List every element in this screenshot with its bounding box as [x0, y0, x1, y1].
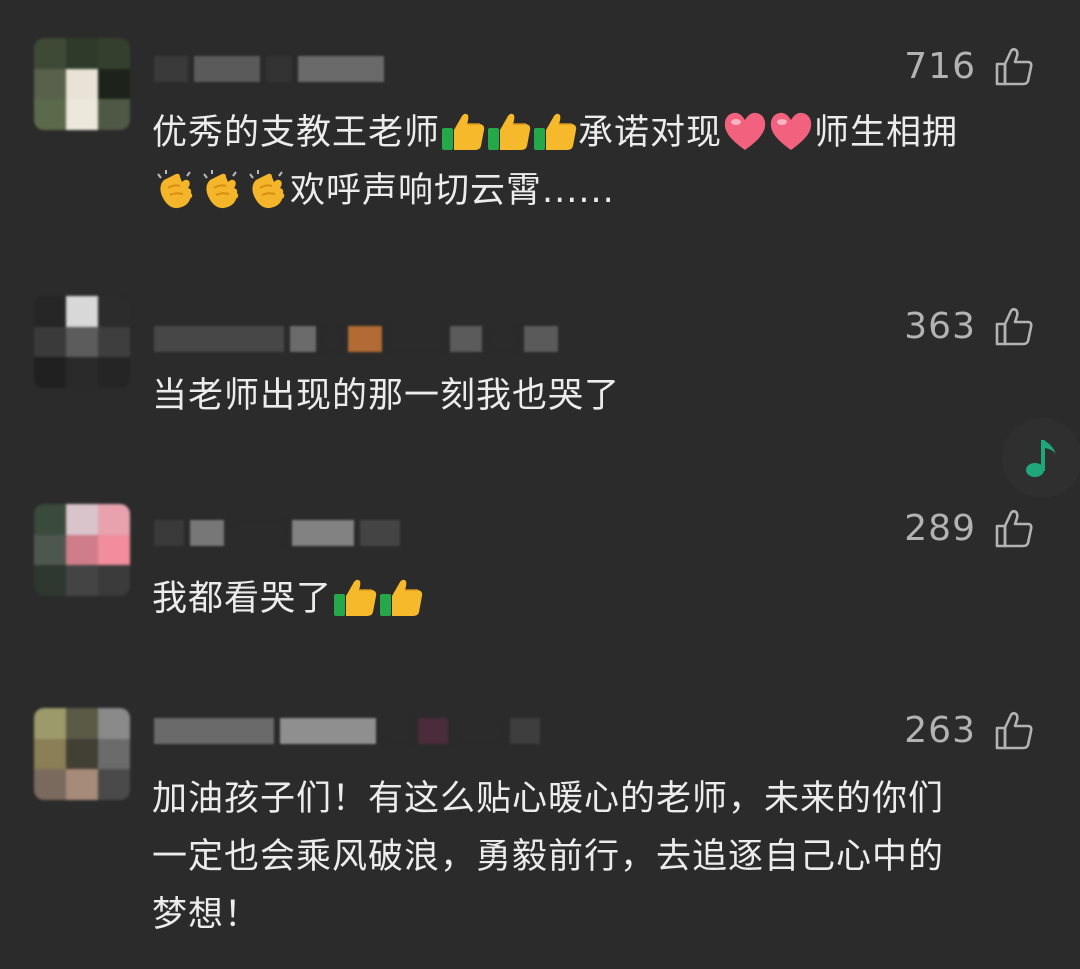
- like-area[interactable]: 363: [904, 306, 1034, 347]
- thumbs-up-outline-icon[interactable]: [994, 307, 1034, 347]
- clapping-hands-emoji: [244, 168, 290, 210]
- thumbs-up-emoji: [332, 576, 378, 618]
- thumbs-up-emoji: [532, 110, 578, 152]
- avatar[interactable]: [34, 708, 130, 800]
- like-area[interactable]: 263: [904, 710, 1034, 751]
- heart-emoji: [768, 110, 814, 152]
- avatar[interactable]: [34, 504, 130, 596]
- thumbs-up-outline-icon[interactable]: [994, 47, 1034, 87]
- comment-text: 我都看哭了: [152, 570, 1052, 628]
- thumbs-up-emoji: [486, 110, 532, 152]
- thumbs-up-outline-icon[interactable]: [994, 509, 1034, 549]
- comment-text: 当老师出现的那一刻我也哭了: [152, 376, 621, 416]
- music-note-icon: [1026, 440, 1056, 477]
- music-player-button[interactable]: [1002, 418, 1080, 498]
- username-blurred[interactable]: [154, 322, 558, 356]
- clapping-hands-emoji: [152, 168, 198, 210]
- like-count: 363: [904, 306, 976, 347]
- avatar[interactable]: [34, 296, 130, 388]
- comment-text: 加油孩子们！有这么贴心暖心的老师，未来的你们 一定也会乘风破浪，勇毅前行，去追逐…: [152, 779, 945, 935]
- username-blurred[interactable]: [154, 52, 384, 86]
- thumbs-up-outline-icon[interactable]: [994, 711, 1034, 751]
- avatar[interactable]: [34, 38, 130, 130]
- heart-emoji: [722, 110, 768, 152]
- like-count: 263: [904, 710, 976, 751]
- thumbs-up-emoji: [440, 110, 486, 152]
- like-count: 716: [904, 46, 976, 87]
- username-blurred[interactable]: [154, 516, 400, 550]
- thumbs-up-emoji: [378, 576, 424, 618]
- like-area[interactable]: 289: [904, 508, 1034, 549]
- username-blurred[interactable]: [154, 714, 540, 748]
- like-area[interactable]: 716: [904, 46, 1034, 87]
- like-count: 289: [904, 508, 976, 549]
- clapping-hands-emoji: [198, 168, 244, 210]
- comment-text: 优秀的支教王老师 承诺对现 师生相拥 欢呼声响切云霄......: [152, 104, 1052, 220]
